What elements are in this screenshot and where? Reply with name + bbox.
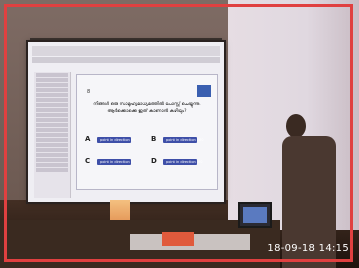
photo-frame xyxy=(4,4,353,262)
